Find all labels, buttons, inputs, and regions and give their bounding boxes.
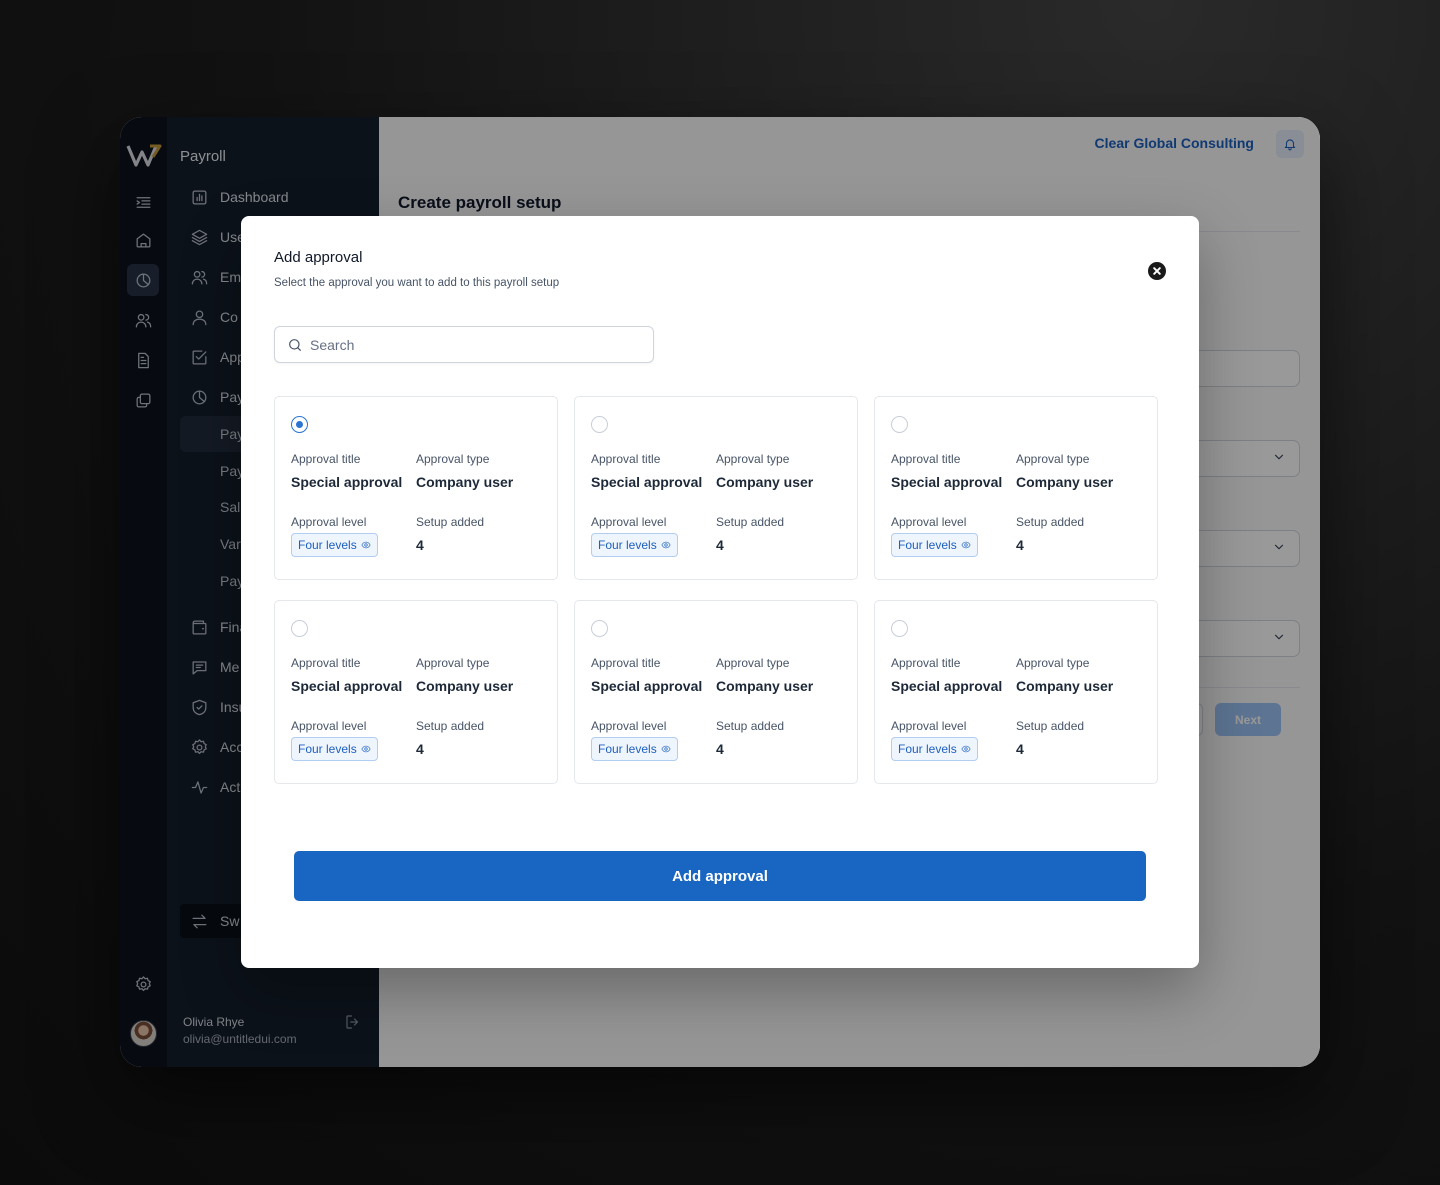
- setup-added-value: 4: [716, 537, 724, 553]
- setup-added-label: Setup added: [716, 515, 785, 529]
- search-box[interactable]: [274, 326, 654, 363]
- approval-type-label: Approval type: [716, 656, 790, 670]
- approval-title-label: Approval title: [891, 452, 961, 466]
- approval-title-label: Approval title: [591, 656, 661, 670]
- approval-level-value: Four levels: [898, 538, 957, 552]
- setup-added-value: 4: [716, 741, 724, 757]
- approval-level-badge[interactable]: Four levels: [591, 737, 678, 761]
- approval-level-badge[interactable]: Four levels: [891, 533, 978, 557]
- approval-title-label: Approval title: [591, 452, 661, 466]
- eye-icon: [661, 541, 671, 549]
- eye-icon: [361, 541, 371, 549]
- approval-card[interactable]: Approval title Approval type Special appro…: [274, 600, 558, 784]
- approval-level-label: Approval level: [891, 515, 967, 529]
- setup-added-value: 4: [416, 537, 424, 553]
- approval-level-label: Approval level: [891, 719, 967, 733]
- search-icon: [289, 338, 301, 351]
- approval-title-label: Approval title: [291, 452, 361, 466]
- approval-level-value: Four levels: [898, 742, 957, 756]
- approval-type-value: Company user: [1016, 678, 1114, 694]
- eye-icon: [961, 541, 971, 549]
- setup-added-label: Setup added: [1016, 515, 1085, 529]
- setup-added-value: 4: [416, 741, 424, 757]
- approval-type-label: Approval type: [1016, 656, 1090, 670]
- approval-title-value: Special approval: [891, 678, 1003, 694]
- approval-title-value: Special approval: [591, 474, 703, 490]
- approval-type-value: Company user: [1016, 474, 1114, 490]
- approval-radio[interactable]: [891, 416, 908, 433]
- setup-added-label: Setup added: [416, 719, 485, 733]
- approval-level-value: Four levels: [298, 538, 357, 552]
- approval-card[interactable]: Approval title Approval type Special appro…: [574, 600, 858, 784]
- approval-type-label: Approval type: [716, 452, 790, 466]
- approval-type-label: Approval type: [416, 452, 490, 466]
- setup-added-value: 4: [1016, 537, 1024, 553]
- setup-added-label: Setup added: [1016, 719, 1085, 733]
- modal-title: Add approval: [274, 249, 363, 266]
- approval-level-badge[interactable]: Four levels: [591, 533, 678, 557]
- approval-card[interactable]: Approval title Approval type Special appro…: [874, 396, 1158, 580]
- modal-subtitle: Select the approval you want to add to t…: [274, 277, 560, 289]
- approval-level-label: Approval level: [591, 719, 667, 733]
- approval-card[interactable]: Approval title Approval type Special appro…: [874, 600, 1158, 784]
- approval-level-badge[interactable]: Four levels: [291, 737, 378, 761]
- approval-title-value: Special approval: [591, 678, 703, 694]
- approval-radio[interactable]: [591, 620, 608, 637]
- approval-level-label: Approval level: [291, 719, 367, 733]
- approval-type-value: Company user: [416, 678, 514, 694]
- approval-title-label: Approval title: [291, 656, 361, 670]
- approval-level-label: Approval level: [291, 515, 367, 529]
- approval-type-value: Company user: [416, 474, 514, 490]
- eye-icon: [961, 745, 971, 753]
- approval-type-value: Company user: [716, 474, 814, 490]
- approval-level-badge[interactable]: Four levels: [291, 533, 378, 557]
- approval-radio[interactable]: [591, 416, 608, 433]
- approval-type-value: Company user: [716, 678, 814, 694]
- approval-card[interactable]: Approval title Approval type Special appro…: [274, 396, 558, 580]
- setup-added-label: Setup added: [716, 719, 785, 733]
- setup-added-value: 4: [1016, 741, 1024, 757]
- close-icon[interactable]: [1148, 262, 1166, 280]
- approval-level-value: Four levels: [298, 742, 357, 756]
- eye-icon: [661, 745, 671, 753]
- approval-radio[interactable]: [291, 416, 308, 433]
- approval-type-label: Approval type: [416, 656, 490, 670]
- approval-title-value: Special approval: [291, 474, 403, 490]
- approval-level-value: Four levels: [598, 538, 657, 552]
- approval-level-value: Four levels: [598, 742, 657, 756]
- eye-icon: [361, 745, 371, 753]
- add-approval-button[interactable]: Add approval: [294, 851, 1146, 901]
- search-input[interactable]: [310, 336, 630, 353]
- approval-card[interactable]: Approval title Approval type Special appro…: [574, 396, 858, 580]
- approval-level-badge[interactable]: Four levels: [891, 737, 978, 761]
- approval-radio[interactable]: [291, 620, 308, 637]
- approval-level-label: Approval level: [591, 515, 667, 529]
- approval-title-label: Approval title: [891, 656, 961, 670]
- approval-title-value: Special approval: [891, 474, 1003, 490]
- approval-radio[interactable]: [891, 620, 908, 637]
- approval-title-value: Special approval: [291, 678, 403, 694]
- setup-added-label: Setup added: [416, 515, 485, 529]
- add-approval-modal: Add approval Select the approval you wan…: [241, 216, 1199, 968]
- approval-type-label: Approval type: [1016, 452, 1090, 466]
